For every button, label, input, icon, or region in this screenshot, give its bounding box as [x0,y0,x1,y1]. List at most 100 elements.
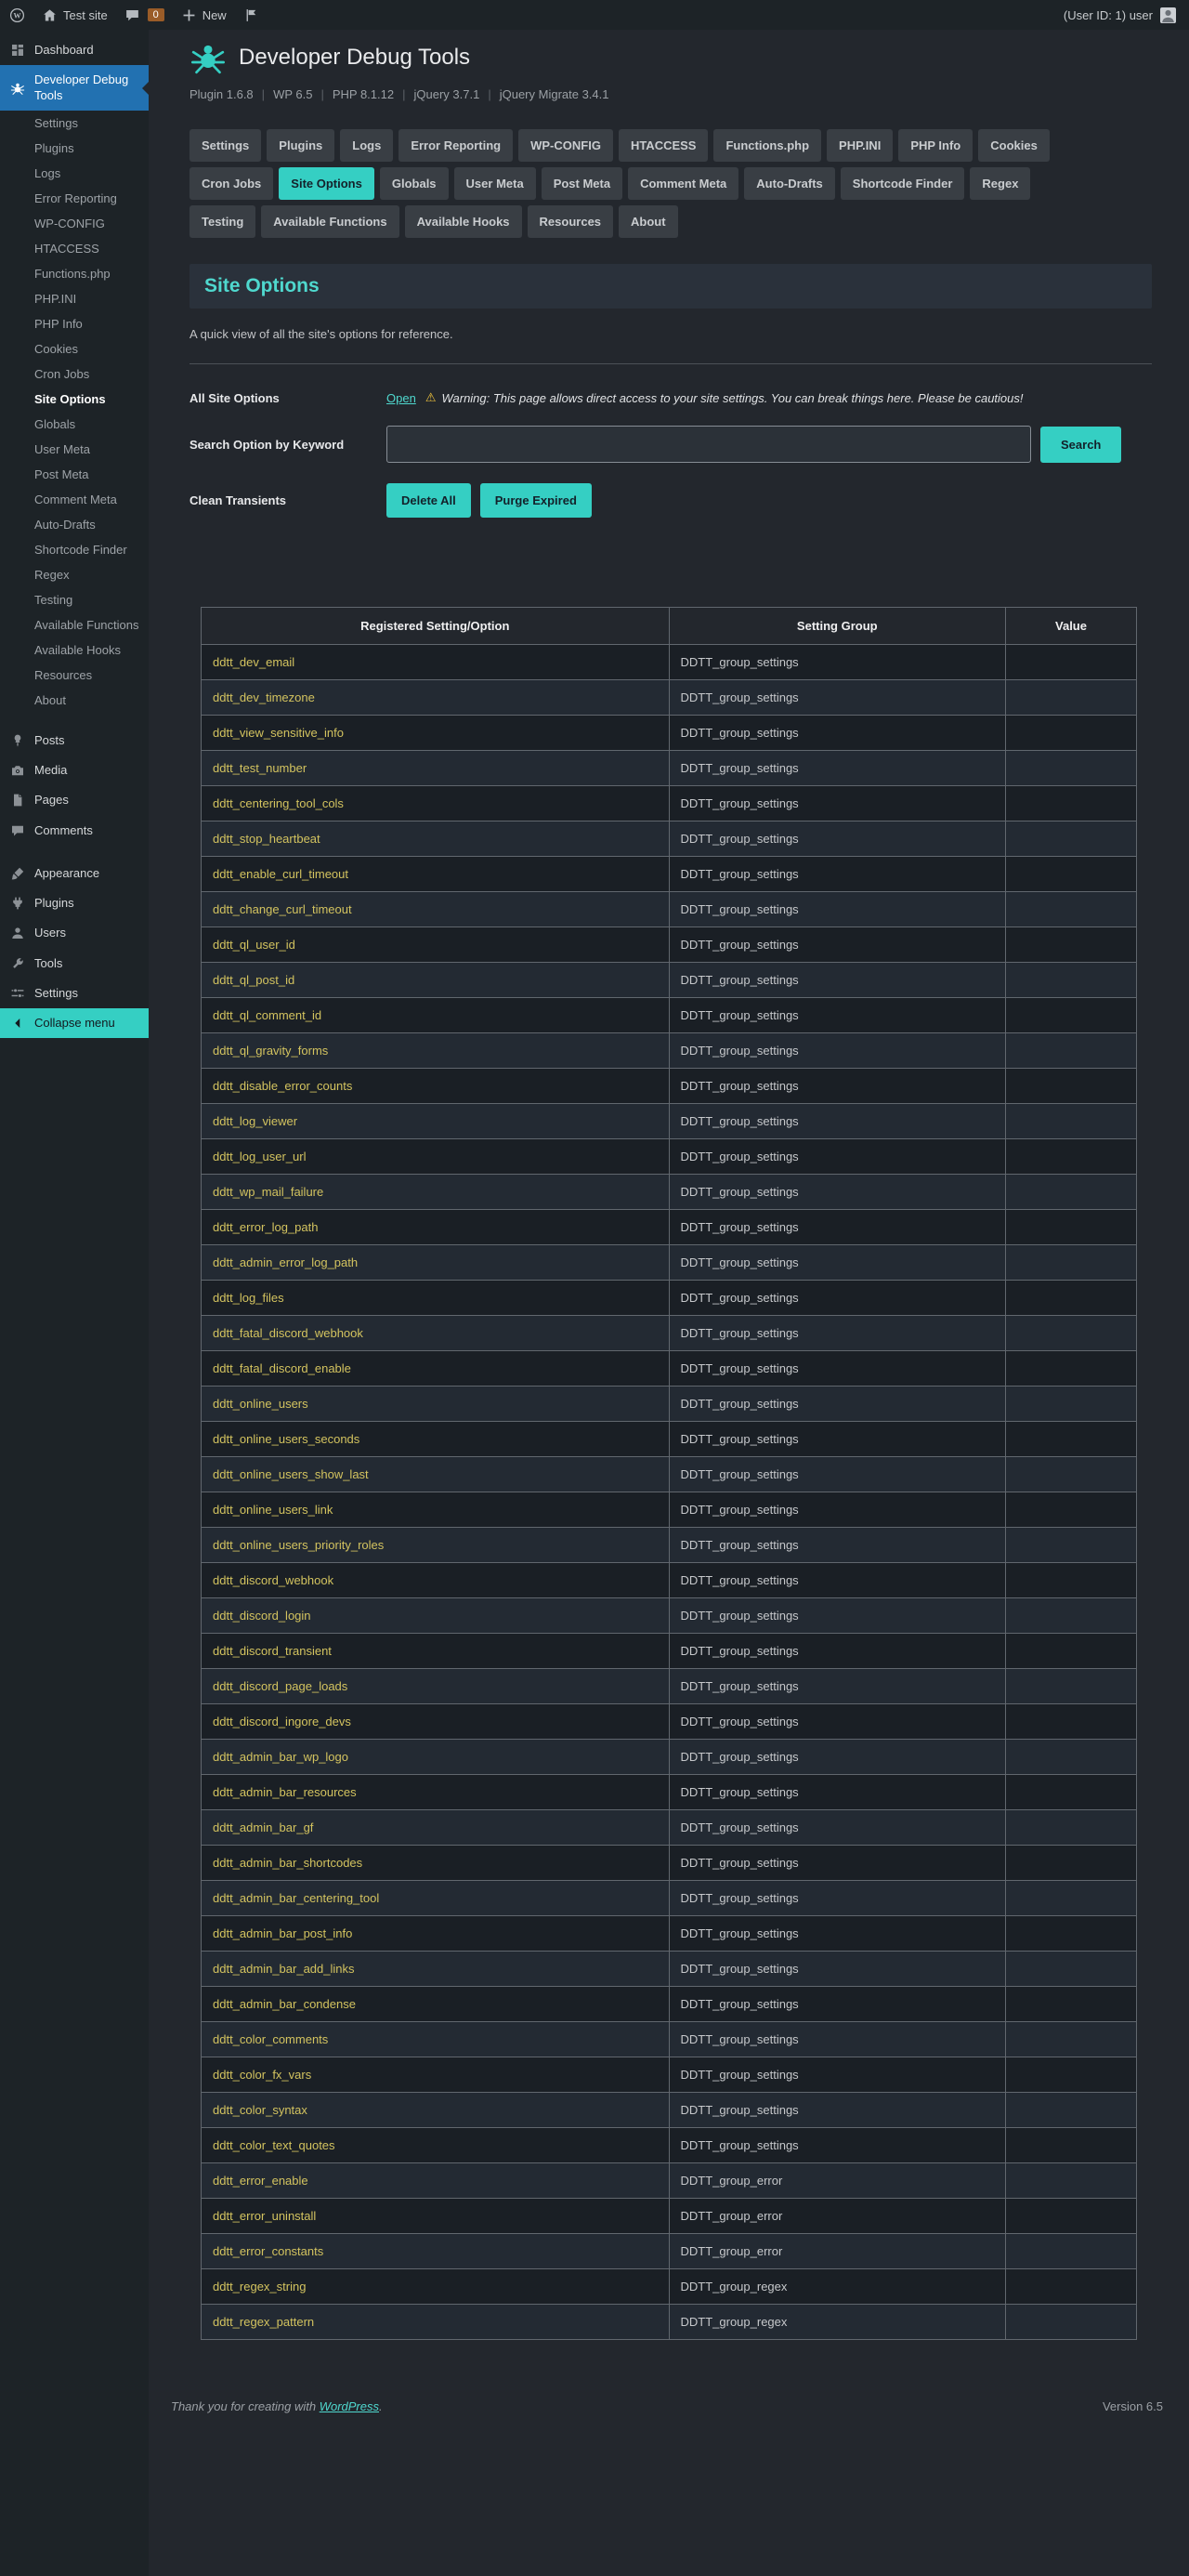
search-input[interactable] [386,426,1031,463]
sidebar-subitem-logs[interactable]: Logs [0,161,149,186]
ddtt-adminbar-menu[interactable] [243,7,259,23]
sidebar-item-tools[interactable]: Tools [0,949,149,979]
tab-cookies[interactable]: Cookies [978,129,1050,162]
table-row: ddtt_log_user_url DDTT_group_settings [201,1138,1137,1175]
sidebar-subitem-wp-config[interactable]: WP-CONFIG [0,211,149,236]
tab-regex[interactable]: Regex [970,167,1031,200]
sidebar-subitem-about[interactable]: About [0,688,149,713]
option-name-cell: ddtt_admin_bar_add_links [201,1951,670,1987]
option-name-cell: ddtt_online_users_show_last [201,1456,670,1492]
sidebar-item-plugins[interactable]: Plugins [0,888,149,918]
sidebar-item-settings[interactable]: Settings [0,979,149,1008]
sidebar-item-collapse-menu[interactable]: Collapse menu [0,1008,149,1039]
sidebar-subitem-error-reporting[interactable]: Error Reporting [0,186,149,211]
purge-expired-button[interactable]: Purge Expired [479,483,592,518]
tab-post-meta[interactable]: Post Meta [541,167,623,200]
option-name-cell: ddtt_error_enable [201,2162,670,2199]
search-button[interactable]: Search [1040,426,1122,463]
wordpress-menu[interactable]: W [9,7,25,23]
footer-thanks-text: Thank you for creating with [171,2399,317,2413]
table-row: ddtt_error_uninstall DDTT_group_error [201,2198,1137,2234]
table-row: ddtt_online_users_show_last DDTT_group_se… [201,1456,1137,1492]
sidebar-item-developer-debug-tools[interactable]: Developer Debug Tools [0,65,149,111]
sidebar-item-media[interactable]: Media [0,756,149,785]
sidebar-item-comments[interactable]: Comments [0,816,149,846]
tab-htaccess[interactable]: HTACCESS [618,129,709,162]
sidebar-item-appearance[interactable]: Appearance [0,859,149,888]
sidebar-subitem-post-meta[interactable]: Post Meta [0,462,149,487]
tab-php-ini[interactable]: PHP.INI [827,129,894,162]
option-name-cell: ddtt_log_user_url [201,1138,670,1175]
setting-group-cell: DDTT_group_settings [668,1103,1007,1139]
sidebar-item-users[interactable]: Users [0,918,149,948]
sidebar-subitem-resources[interactable]: Resources [0,663,149,688]
sidebar-subitem-functions-php[interactable]: Functions.php [0,261,149,286]
tab-cron-jobs[interactable]: Cron Jobs [189,167,274,200]
delete-all-button[interactable]: Delete All [386,483,471,518]
tab-available-hooks[interactable]: Available Hooks [404,205,522,238]
tab-comment-meta[interactable]: Comment Meta [628,167,739,200]
sidebar-subitem-cookies[interactable]: Cookies [0,336,149,361]
plugins-icon [8,896,26,911]
sidebar-subitem-available-functions[interactable]: Available Functions [0,612,149,637]
avatar[interactable] [1160,7,1176,23]
table-header-cell: Setting Group [668,607,1007,645]
wordpress-link[interactable]: WordPress [320,2399,379,2413]
new-content-menu[interactable]: New [181,7,227,23]
setting-group-cell: DDTT_group_settings [668,927,1007,963]
tab-about[interactable]: About [619,205,678,238]
sidebar-item-posts[interactable]: Posts [0,726,149,756]
sidebar-subitem-globals[interactable]: Globals [0,412,149,437]
sidebar-subitem-php-info[interactable]: PHP Info [0,311,149,336]
tab-error-reporting[interactable]: Error Reporting [399,129,514,162]
option-name-cell: ddtt_color_text_quotes [201,2127,670,2163]
open-link[interactable]: Open [386,391,416,405]
site-name-menu[interactable]: Test site [42,7,108,23]
new-label: New [202,7,227,22]
option-name-cell: ddtt_color_fx_vars [201,2057,670,2093]
sidebar-subitem-cron-jobs[interactable]: Cron Jobs [0,361,149,387]
value-cell [1005,1386,1137,1422]
tab-plugins[interactable]: Plugins [267,129,335,162]
option-name-cell: ddtt_color_comments [201,2021,670,2057]
option-name-cell: ddtt_discord_ingore_devs [201,1703,670,1740]
tab-site-options[interactable]: Site Options [279,167,374,200]
sidebar-subitem-plugins[interactable]: Plugins [0,136,149,161]
setting-group-cell: DDTT_group_settings [668,1915,1007,1952]
sidebar-item-pages[interactable]: Pages [0,785,149,815]
tab-available-functions[interactable]: Available Functions [261,205,399,238]
tab-logs[interactable]: Logs [340,129,394,162]
comments-menu[interactable]: 0 [124,7,164,23]
setting-group-cell: DDTT_group_settings [668,1809,1007,1846]
table-row: ddtt_ql_post_id DDTT_group_settings [201,962,1137,998]
sidebar-subitem-site-options[interactable]: Site Options [0,387,149,412]
tab-settings[interactable]: Settings [189,129,262,162]
user-greeting[interactable]: (User ID: 1) user [1064,8,1153,22]
tab-globals[interactable]: Globals [379,167,449,200]
sidebar-subitem-available-hooks[interactable]: Available Hooks [0,637,149,663]
sidebar-subitem-shortcode-finder[interactable]: Shortcode Finder [0,537,149,562]
value-cell [1005,1597,1137,1634]
sidebar-subitem-regex[interactable]: Regex [0,562,149,587]
tab-row: Cron Jobs Site Options Globals User Meta Pos… [189,167,1152,200]
tab-shortcode-finder[interactable]: Shortcode Finder [840,167,965,200]
sidebar-subitem-htaccess[interactable]: HTACCESS [0,236,149,261]
tab-php-info[interactable]: PHP Info [898,129,973,162]
table-row: ddtt_ql_gravity_forms DDTT_group_settings [201,1032,1137,1069]
tab-functions-php[interactable]: Functions.php [713,129,822,162]
sidebar-item-dashboard[interactable]: Dashboard [0,35,149,65]
tab-user-meta[interactable]: User Meta [453,167,536,200]
sidebar-subitem-auto-drafts[interactable]: Auto-Drafts [0,512,149,537]
sidebar-subitem-testing[interactable]: Testing [0,587,149,612]
settings-icon [8,986,26,1001]
sidebar-subitem-php-ini[interactable]: PHP.INI [0,286,149,311]
value-cell [1005,1138,1137,1175]
tab-testing[interactable]: Testing [189,205,256,238]
sidebar-subitem-user-meta[interactable]: User Meta [0,437,149,462]
tab-wp-config[interactable]: WP-CONFIG [518,129,613,162]
sidebar-subitem-comment-meta[interactable]: Comment Meta [0,487,149,512]
setting-group-cell: DDTT_group_settings [668,2092,1007,2128]
sidebar-subitem-settings[interactable]: Settings [0,111,149,136]
tab-auto-drafts[interactable]: Auto-Drafts [744,167,835,200]
tab-resources[interactable]: Resources [527,205,614,238]
